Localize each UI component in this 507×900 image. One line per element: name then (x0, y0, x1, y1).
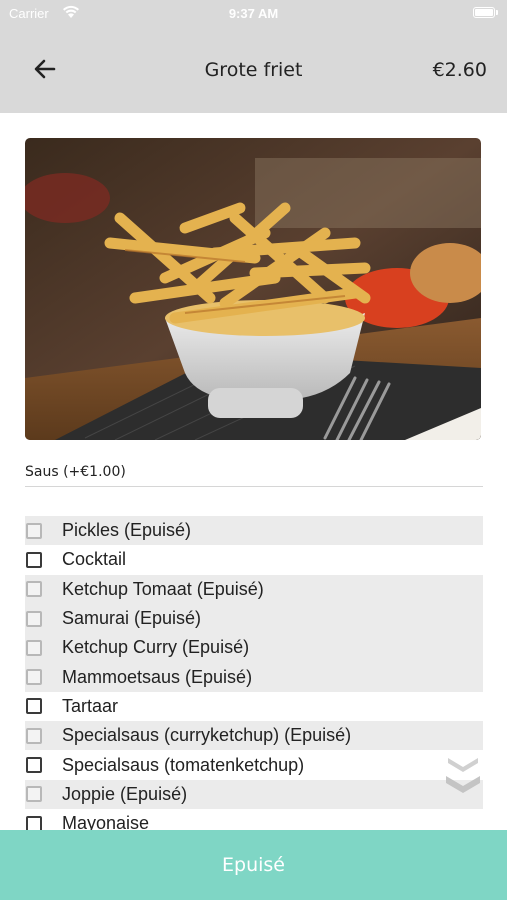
nav-bar: Grote friet €2.60 (0, 28, 507, 113)
option-label: Ketchup Tomaat (Epuisé) (62, 578, 264, 599)
product-image (25, 138, 481, 440)
option-checkbox[interactable] (26, 551, 42, 568)
option-row: Ketchup Tomaat (Epuisé) (25, 574, 483, 604)
option-label: Ketchup Curry (Epuisé) (62, 637, 250, 658)
option-checkbox[interactable] (26, 757, 42, 774)
option-label: Specialsaus (curryketchup) (Epuisé) (62, 725, 352, 746)
option-label: Mammoetsaus (Epuisé) (62, 666, 253, 687)
option-row: Specialsaus (curryketchup) (Epuisé) (25, 721, 483, 751)
option-label: Tartaar (62, 695, 119, 716)
option-label: Samurai (Epuisé) (62, 608, 202, 629)
option-row[interactable]: Cocktail (25, 545, 483, 574)
product-price: €2.60 (432, 59, 487, 81)
add-to-cart-label: Epuisé (222, 854, 285, 876)
option-checkbox[interactable] (26, 698, 42, 715)
option-row: Joppie (Epuisé) (25, 779, 483, 809)
battery-icon (473, 7, 495, 18)
page-title: Grote friet (204, 59, 303, 81)
option-checkbox (26, 786, 42, 803)
option-checkbox (26, 639, 42, 656)
option-checkbox (26, 522, 42, 539)
option-label: Pickles (Epuisé) (62, 520, 192, 541)
status-time: 9:37 AM (228, 6, 279, 21)
option-label: Cocktail (62, 549, 127, 570)
section-divider (25, 486, 483, 487)
option-label: Joppie (Epuisé) (62, 783, 188, 804)
option-row: Pickles (Epuisé) (25, 516, 483, 546)
sauce-options-list: Pickles (Epuisé) Cocktail Ketchup Tomaat… (25, 516, 483, 838)
option-row[interactable]: Specialsaus (tomatenketchup) (25, 750, 483, 779)
battery-tip (496, 10, 498, 15)
option-checkbox (26, 610, 42, 627)
option-checkbox (26, 727, 42, 744)
option-checkbox (26, 581, 42, 598)
option-row: Mammoetsaus (Epuisé) (25, 662, 483, 692)
option-row[interactable]: Tartaar (25, 692, 483, 721)
option-checkbox (26, 669, 42, 686)
double-chevron-down-icon[interactable] (442, 754, 484, 796)
sauce-section-label: Saus (+€1.00) (25, 464, 126, 480)
add-to-cart-button[interactable]: Epuisé (0, 830, 507, 900)
option-label: Specialsaus (tomatenketchup) (62, 754, 305, 775)
option-row: Ketchup Curry (Epuisé) (25, 633, 483, 663)
status-bar: Carrier 9:37 AM (0, 0, 507, 28)
option-row: Samurai (Epuisé) (25, 603, 483, 634)
